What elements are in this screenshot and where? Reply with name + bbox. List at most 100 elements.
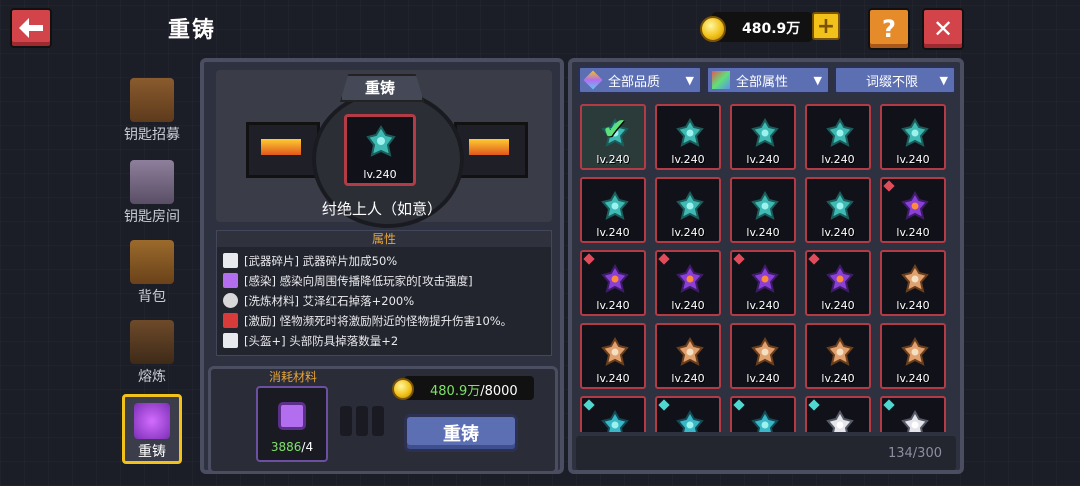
gold-artifact-icon (601, 337, 629, 366)
inventory-slot[interactable]: lv.240 (655, 250, 721, 316)
purple-artifact-icon (751, 264, 779, 293)
material-count: 3886 (270, 440, 302, 454)
gold-cost-text: 480.9万/8000 (430, 380, 518, 399)
shard-icon (223, 253, 238, 268)
inventory-slot[interactable]: lv.240 (805, 177, 871, 243)
inventory-slot[interactable] (730, 396, 796, 432)
rarity-tag-icon (583, 399, 595, 411)
inventory-slot[interactable]: lv.240 (880, 250, 946, 316)
inventory-slot[interactable] (580, 396, 646, 432)
close-button[interactable]: ✕ (922, 8, 964, 50)
inventory-slot[interactable] (805, 396, 871, 432)
teal-artifact-icon (601, 191, 629, 220)
quality-filter-dropdown[interactable]: 全部品质 ▼ (578, 66, 702, 94)
selected-item-slot[interactable]: lv.240 (344, 114, 416, 186)
furnace-icon (130, 320, 174, 364)
inventory-slot[interactable]: lv.240 (580, 323, 646, 389)
attributes-box: 属性 [武器碎片] 武器碎片加成50% [感染] 感染向周围传播降低玩家的[攻击… (216, 230, 552, 356)
item-level: lv.240 (746, 153, 780, 166)
gold-artifact-icon (751, 337, 779, 366)
attribute-filter-dropdown[interactable]: 全部属性 ▼ (706, 66, 830, 94)
add-currency-button[interactable]: + (812, 12, 840, 40)
rarity-tag-icon (658, 399, 670, 411)
inventory-footer: 134/300 (576, 436, 956, 470)
attributes-title: 属性 (217, 231, 551, 247)
panel-title: 重铸 (364, 79, 395, 97)
purple-artifact-icon (826, 264, 854, 293)
teal-artifact-icon (366, 125, 396, 157)
backpack-icon (130, 240, 174, 284)
back-button[interactable] (10, 8, 52, 48)
nav-item-reforge[interactable]: 重铸 (122, 394, 182, 464)
gold-need: /8000 (480, 384, 518, 399)
inventory-slot[interactable]: lv.240 (880, 177, 946, 243)
gold-artifact-icon (826, 337, 854, 366)
rarity-tag-icon (733, 253, 745, 265)
inventory-slot[interactable]: lv.240 (880, 323, 946, 389)
inventory-slot[interactable] (655, 396, 721, 432)
inventory-slot[interactable]: lv.240 (580, 250, 646, 316)
item-level: lv.240 (746, 226, 780, 239)
affix-filter-label: 词缀不限 (866, 74, 919, 90)
inventory-slot[interactable]: lv.240 (730, 177, 796, 243)
nav-label: 钥匙房间 (124, 209, 180, 225)
inventory-slot[interactable] (880, 396, 946, 432)
inventory-slot[interactable]: lv.240 (730, 104, 796, 170)
inventory-slot[interactable]: lv.240 (730, 250, 796, 316)
question-icon: ? (882, 15, 896, 43)
plus-icon: + (816, 13, 836, 39)
inventory-slot[interactable]: lv.240 (730, 323, 796, 389)
material-counter: 3886/4 (258, 440, 326, 454)
inventory-slot[interactable]: lv.240 (805, 104, 871, 170)
attribute-row: [洗炼材料] 艾泽红石掉落+200% (223, 291, 414, 310)
item-level: lv.240 (671, 226, 705, 239)
reforge-button[interactable]: 重铸 (404, 414, 518, 452)
item-level: lv.240 (821, 372, 855, 385)
help-button[interactable]: ? (868, 8, 910, 50)
nav-label: 钥匙招募 (124, 127, 180, 143)
nav-label: 熔炼 (138, 369, 166, 385)
inventory-slot[interactable]: lv.240 (655, 177, 721, 243)
inventory-slot[interactable]: lv.240 (655, 104, 721, 170)
coin-icon (700, 16, 726, 42)
purple-artifact-icon (676, 264, 704, 293)
white-artifact-icon (901, 410, 929, 432)
item-level: lv.240 (821, 226, 855, 239)
nav-label: 背包 (138, 289, 166, 305)
attribute-text: [洗炼材料] 艾泽红石掉落+200% (244, 293, 415, 308)
nav-label: 重铸 (138, 444, 166, 460)
nav-item-backpack[interactable]: 背包 (112, 236, 192, 308)
teal-artifact-icon (826, 191, 854, 220)
item-level: lv.240 (821, 299, 855, 312)
progress-indicator (340, 406, 386, 436)
teal-artifact-icon (751, 191, 779, 220)
door-icon (130, 160, 174, 204)
material-slot[interactable]: 3886/4 (256, 386, 328, 462)
infection-icon (223, 273, 238, 288)
affix-filter-dropdown[interactable]: 词缀不限 ▼ (834, 66, 956, 94)
rarity-tag-icon (883, 180, 895, 192)
nav-item-key-recruit[interactable]: 钥匙招募 (112, 74, 192, 146)
attribute-text: [激励] 怪物濒死时将激励附近的怪物提升伤害10%。 (244, 313, 513, 328)
chest-icon (130, 78, 174, 122)
rarity-tag-icon (883, 399, 895, 411)
item-level: lv.240 (746, 299, 780, 312)
gold-cost: 480.9万/8000 (404, 376, 534, 400)
arrow-left-icon (19, 18, 43, 38)
inventory-slot[interactable]: lv.240 (655, 323, 721, 389)
inventory-slot[interactable]: lv.240 (880, 104, 946, 170)
inventory-slot[interactable]: lv.240 (805, 323, 871, 389)
item-level: lv.240 (671, 372, 705, 385)
nav-item-key-room[interactable]: 钥匙房间 (112, 156, 192, 228)
teal-artifact-icon (751, 118, 779, 147)
inventory-slot[interactable]: lv.240 (805, 250, 871, 316)
gold-artifact-icon (901, 264, 929, 293)
rarity-tag-icon (808, 399, 820, 411)
inventory-slot[interactable]: ✔ lv.240 (580, 104, 646, 170)
currency-display: 480.9万 (712, 12, 812, 42)
nav-item-smelt[interactable]: 熔炼 (112, 316, 192, 388)
inventory-slot[interactable]: lv.240 (580, 177, 646, 243)
item-level: lv.240 (671, 153, 705, 166)
coin-icon (392, 378, 414, 400)
attribute-text: [感染] 感染向周围传播降低玩家的[攻击强度] (244, 273, 473, 288)
